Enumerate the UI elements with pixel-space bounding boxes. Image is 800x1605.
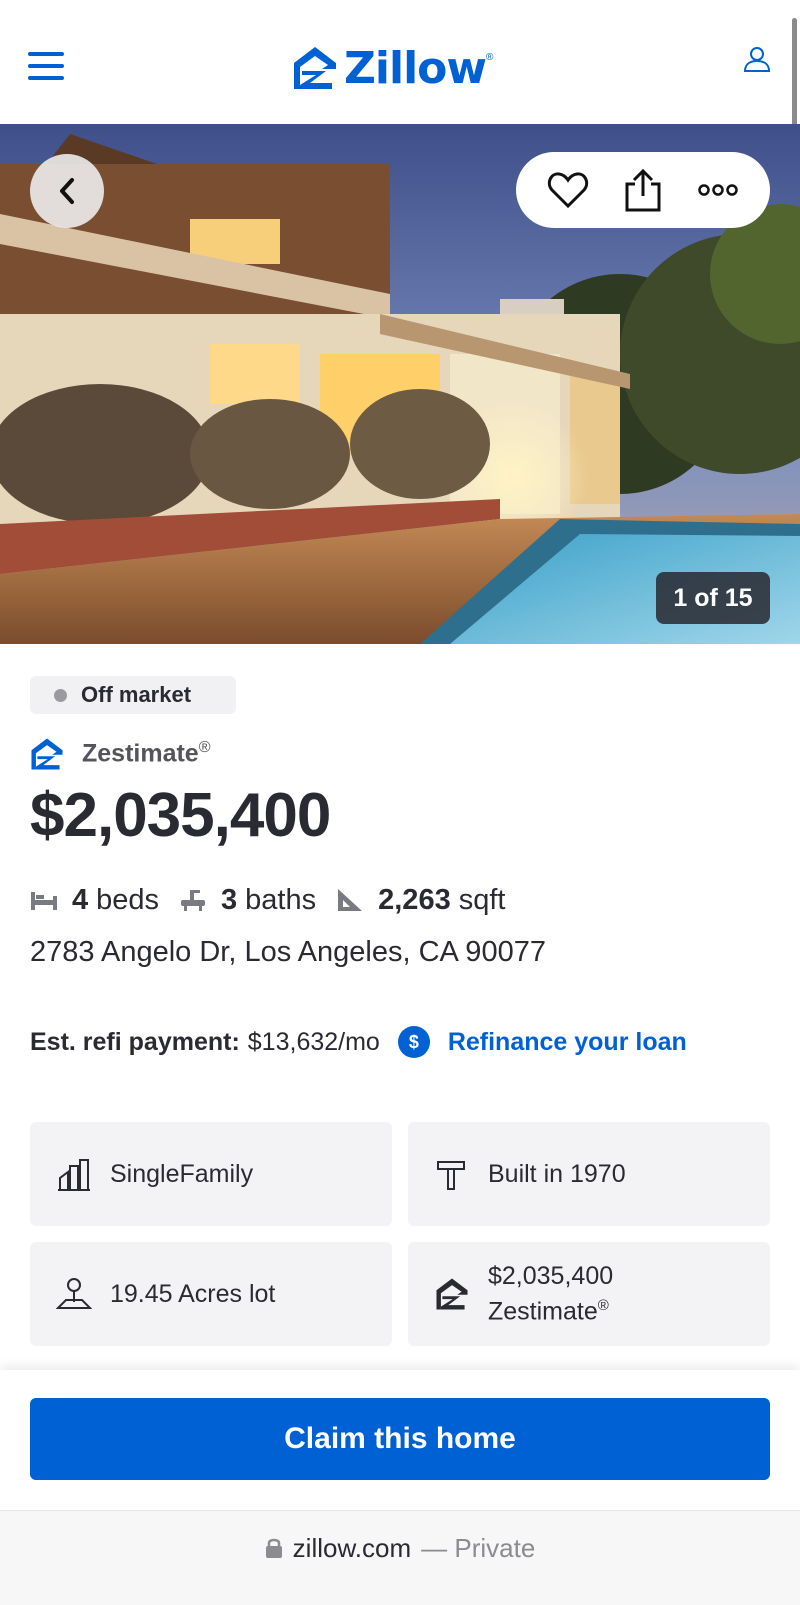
private-label: — Private: [421, 1533, 536, 1563]
browser-url-bar[interactable]: zillow.com — Private: [0, 1510, 800, 1605]
home-type-text: SingleFamily: [110, 1159, 254, 1188]
hamburger-menu-icon[interactable]: [28, 52, 64, 80]
baths-count: 3: [221, 883, 238, 916]
listing-photo[interactable]: 1 of 15: [0, 124, 800, 644]
bed-icon: [30, 888, 58, 912]
more-options-button[interactable]: [696, 168, 740, 212]
baths-label: baths: [245, 883, 317, 916]
heart-icon: [547, 172, 588, 209]
fact-tile-year-built: Built in 1970: [408, 1122, 770, 1226]
status-badge: Off market: [30, 676, 236, 714]
home-facts: 4 beds 3 baths 2,263 sqft: [30, 878, 505, 922]
zillow-mark-icon: [434, 1276, 470, 1312]
beds-count: 4: [72, 883, 89, 916]
sqft-value: 2,263: [378, 883, 451, 916]
url-domain: zillow.com: [292, 1533, 412, 1563]
fact-tile-lot: 19.45 Acres lot: [30, 1242, 392, 1346]
user-icon[interactable]: [742, 44, 774, 76]
zillow-logo-mark-icon: [294, 47, 336, 89]
refi-label: Est. refi payment:: [30, 1027, 240, 1056]
lot-icon: [56, 1276, 92, 1312]
zillow-mark-icon: [31, 738, 63, 770]
bath-icon: [179, 887, 207, 913]
favorite-button[interactable]: [546, 168, 590, 212]
zillow-logo[interactable]: Zillow ®: [292, 40, 493, 96]
photo-actions-bar: [516, 152, 770, 228]
price: $2,035,400: [30, 781, 331, 850]
building-icon: [56, 1156, 92, 1192]
ruler-icon: [336, 887, 364, 913]
beds-label: beds: [96, 883, 160, 916]
refi-value: $13,632/mo: [247, 1027, 380, 1056]
hammer-icon: [434, 1156, 470, 1192]
sqft-label: sqft: [458, 883, 506, 916]
status-dot-icon: [54, 688, 67, 702]
zestimate-heading: Zestimate®: [30, 734, 211, 774]
share-button[interactable]: [621, 168, 665, 212]
lot-size-text: 19.45 Acres lot: [110, 1279, 276, 1308]
back-button[interactable]: [30, 154, 104, 228]
zestimate-tile-label: Zestimate: [488, 1297, 598, 1326]
chevron-left-icon: [60, 178, 74, 204]
claim-home-button[interactable]: Claim this home: [30, 1398, 770, 1480]
dollar-circle-icon: $: [397, 1026, 430, 1058]
address: 2783 Angelo Dr, Los Angeles, CA 90077: [30, 936, 546, 968]
fact-tile-home-type: SingleFamily: [30, 1122, 392, 1226]
zestimate-tile-value: $2,035,400: [488, 1262, 614, 1291]
fact-tile-zestimate: $2,035,400 Zestimate®: [408, 1242, 770, 1346]
zestimate-label: Zestimate®: [82, 739, 211, 768]
refinance-link[interactable]: Refinance your loan: [448, 1028, 687, 1057]
more-dots-icon: [698, 184, 739, 196]
photo-counter: 1 of 15: [656, 572, 770, 624]
share-icon: [625, 168, 661, 212]
logo-registered-mark: ®: [486, 52, 494, 63]
top-navigation-bar: Zillow ®: [0, 0, 800, 152]
lock-icon: [265, 1538, 282, 1558]
refi-row: Est. refi payment: $13,632/mo $ Refinanc…: [30, 1022, 687, 1062]
status-text: Off market: [81, 682, 192, 707]
year-built-text: Built in 1970: [488, 1159, 626, 1188]
logo-text: Zillow: [344, 42, 487, 94]
bottom-action-bar: Claim this home: [0, 1370, 800, 1510]
zestimate-tile-text: $2,035,400 Zestimate®: [488, 1262, 614, 1326]
